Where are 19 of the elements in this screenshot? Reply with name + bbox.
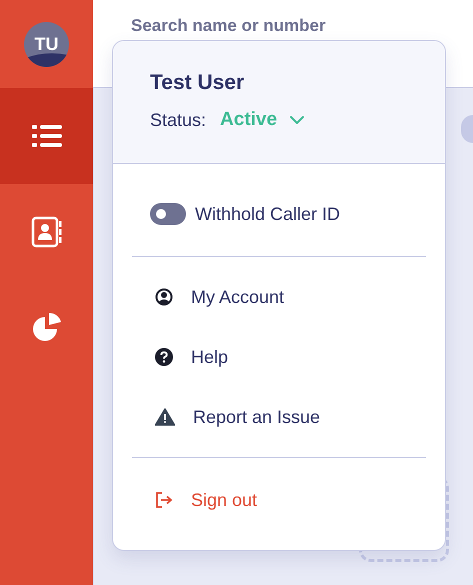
toggle-switch[interactable] [150, 203, 186, 225]
menu-item[interactable]: Report an Issue [113, 395, 445, 439]
menu-item[interactable]: Help [113, 335, 445, 379]
pie-chart-icon [32, 313, 62, 343]
warning-icon [155, 408, 175, 426]
menu-item[interactable]: My Account [113, 275, 445, 319]
chevron-down-icon [289, 115, 306, 125]
nav-item[interactable] [0, 88, 93, 184]
user-circle-icon [155, 288, 173, 306]
toggle-label: Withhold Caller ID [195, 204, 340, 224]
sign-out-button[interactable]: Sign out [113, 478, 258, 522]
contact-book-icon [30, 216, 62, 248]
user-name: Test User [150, 71, 246, 95]
sign-out-icon [155, 492, 173, 508]
user-avatar[interactable]: TU [24, 22, 69, 66]
list-icon [32, 124, 62, 148]
help-icon [155, 348, 173, 366]
search-field[interactable]: Search name or number [131, 16, 326, 35]
status-label: Status: [150, 110, 206, 130]
